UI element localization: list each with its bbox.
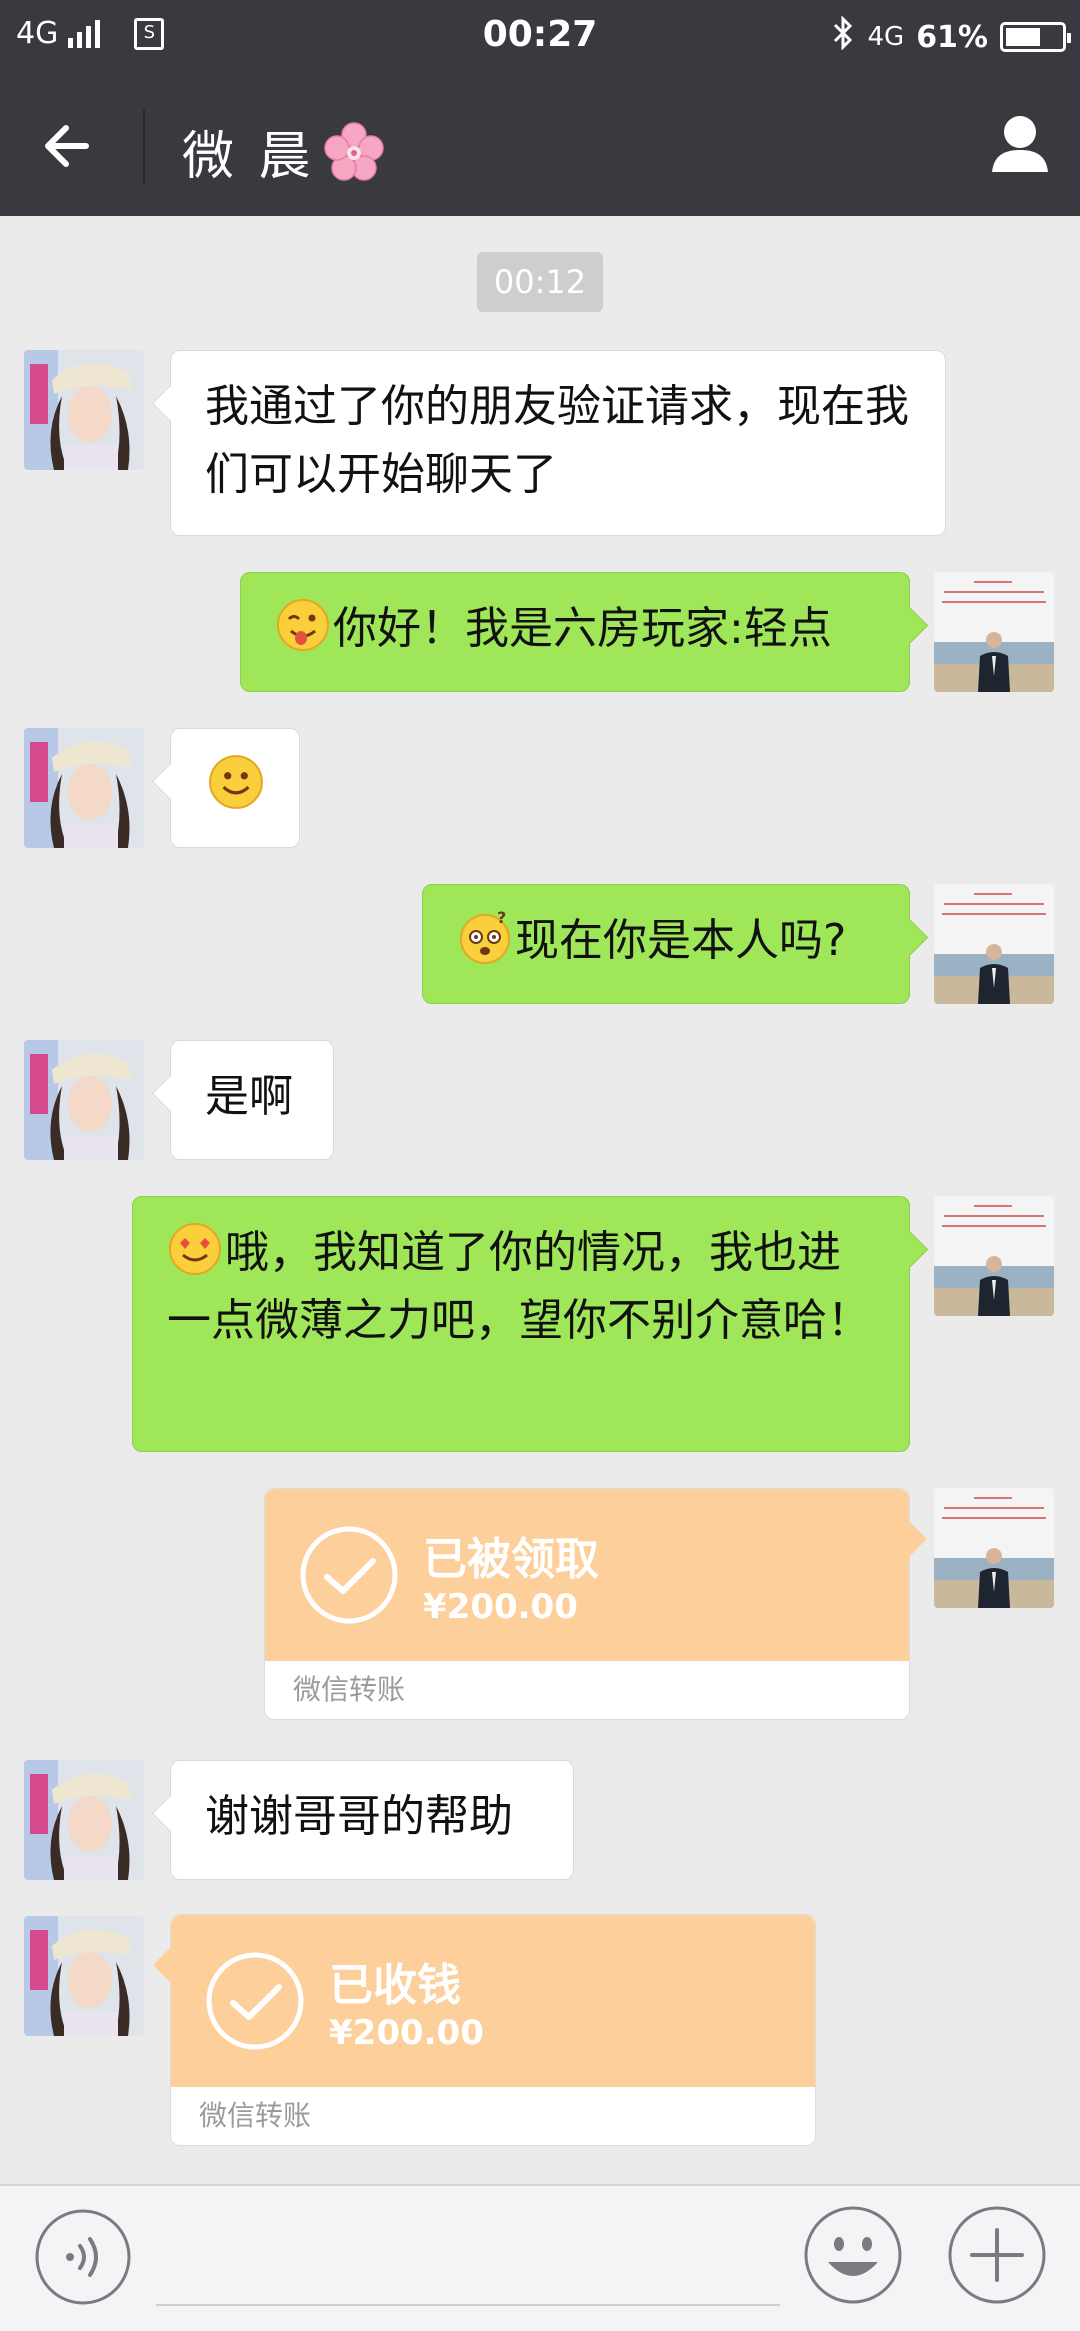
plus-icon[interactable] <box>946 2204 1048 2306</box>
contact-profile-button[interactable] <box>980 104 1060 184</box>
contact-avatar[interactable] <box>24 1040 144 1160</box>
emoji-face-icon[interactable] <box>802 2204 904 2306</box>
chat-header: 微 晨 <box>0 76 1080 216</box>
back-button[interactable] <box>30 106 110 186</box>
message-text: 你好！我是六房玩家:轻点 <box>333 603 832 654</box>
header-divider <box>143 108 145 184</box>
message-text: 是啊 <box>205 1071 293 1122</box>
battery-icon <box>1000 22 1071 52</box>
input-bar <box>0 2184 1080 2331</box>
network-type-right: 4G <box>867 22 905 52</box>
chat-title: 微 晨 <box>182 114 385 189</box>
svg-text:?: ? <box>497 909 506 927</box>
incoming-message-bubble[interactable] <box>170 728 300 848</box>
contact-avatar[interactable] <box>24 350 144 470</box>
my-photo <box>934 884 1054 1004</box>
message-input[interactable] <box>156 2304 780 2306</box>
message-text: 现在你是本人吗? <box>515 915 847 966</box>
incoming-message-bubble[interactable]: 谢谢哥哥的帮助 <box>170 1760 574 1880</box>
message-text: 哦，我知道了你的情况，我也进一点微薄之力吧，望你不别介意哈！ <box>167 1227 871 1346</box>
contact-photo <box>24 1040 144 1160</box>
incoming-message-bubble[interactable]: 我通过了你的朋友验证请求，现在我们可以开始聊天了 <box>170 350 946 536</box>
transfer-footer: 微信转账 <box>171 2087 815 2145</box>
my-photo <box>934 1196 1054 1316</box>
bluetooth-icon <box>831 15 855 58</box>
transfer-amount: ¥200.00 <box>329 2013 484 2053</box>
back-arrow-icon <box>45 125 89 167</box>
contact-photo <box>24 350 144 470</box>
message-text: 谢谢哥哥的帮助 <box>205 1791 513 1842</box>
outgoing-message-bubble[interactable]: ? 现在你是本人吗? <box>422 884 910 1004</box>
contact-avatar[interactable] <box>24 1760 144 1880</box>
battery-percent: 61% <box>916 19 988 55</box>
check-circle-icon <box>300 1526 398 1624</box>
my-photo <box>934 572 1054 692</box>
my-avatar[interactable] <box>934 572 1054 692</box>
transfer-status: 已被领取 <box>423 1534 599 1585</box>
transfer-card[interactable]: 已被领取 ¥200.00 微信转账 <box>264 1488 927 1720</box>
message-text: 我通过了你的朋友验证请求，现在我们可以开始聊天了 <box>205 381 909 500</box>
transfer-card[interactable]: 已收钱 ¥200.00 微信转账 <box>153 1914 816 2146</box>
my-photo <box>934 1488 1054 1608</box>
transfer-amount: ¥200.00 <box>423 1587 578 1627</box>
my-avatar[interactable] <box>934 1196 1054 1316</box>
transfer-status: 已收钱 <box>329 1960 461 2011</box>
outgoing-message-bubble[interactable]: 你好！我是六房玩家:轻点 <box>240 572 910 692</box>
outgoing-message-bubble[interactable]: 哦，我知道了你的情况，我也进一点微薄之力吧，望你不别介意哈！ <box>132 1196 910 1452</box>
confused-emoji: ? <box>460 909 510 964</box>
cherry-blossom-icon <box>323 121 384 181</box>
chat-area[interactable]: 00:12 我通过了你的朋友验证请求，现在我们可以开始聊天了 你好！我是六房玩家… <box>0 216 1080 2184</box>
voice-icon[interactable] <box>34 2208 132 2306</box>
status-bar: 4G S 00:27 4G 61% <box>0 0 1080 76</box>
check-circle-icon <box>206 1952 304 2050</box>
contact-photo <box>24 728 144 848</box>
message-timestamp: 00:12 <box>477 252 603 312</box>
status-right: 4G 61% <box>831 15 1071 58</box>
my-avatar[interactable] <box>934 884 1054 1004</box>
contact-name: 微 晨 <box>182 127 315 187</box>
my-avatar[interactable] <box>934 1488 1054 1608</box>
contact-photo <box>24 1760 144 1880</box>
person-icon <box>992 116 1048 172</box>
winking-tongue-emoji <box>277 599 329 651</box>
contact-avatar[interactable] <box>24 1916 144 2036</box>
transfer-footer: 微信转账 <box>265 1661 909 1719</box>
incoming-message-bubble[interactable]: 是啊 <box>170 1040 334 1160</box>
contact-avatar[interactable] <box>24 728 144 848</box>
contact-photo <box>24 1916 144 2036</box>
smile-emoji <box>209 755 263 809</box>
heart-eyes-emoji <box>169 1223 221 1275</box>
